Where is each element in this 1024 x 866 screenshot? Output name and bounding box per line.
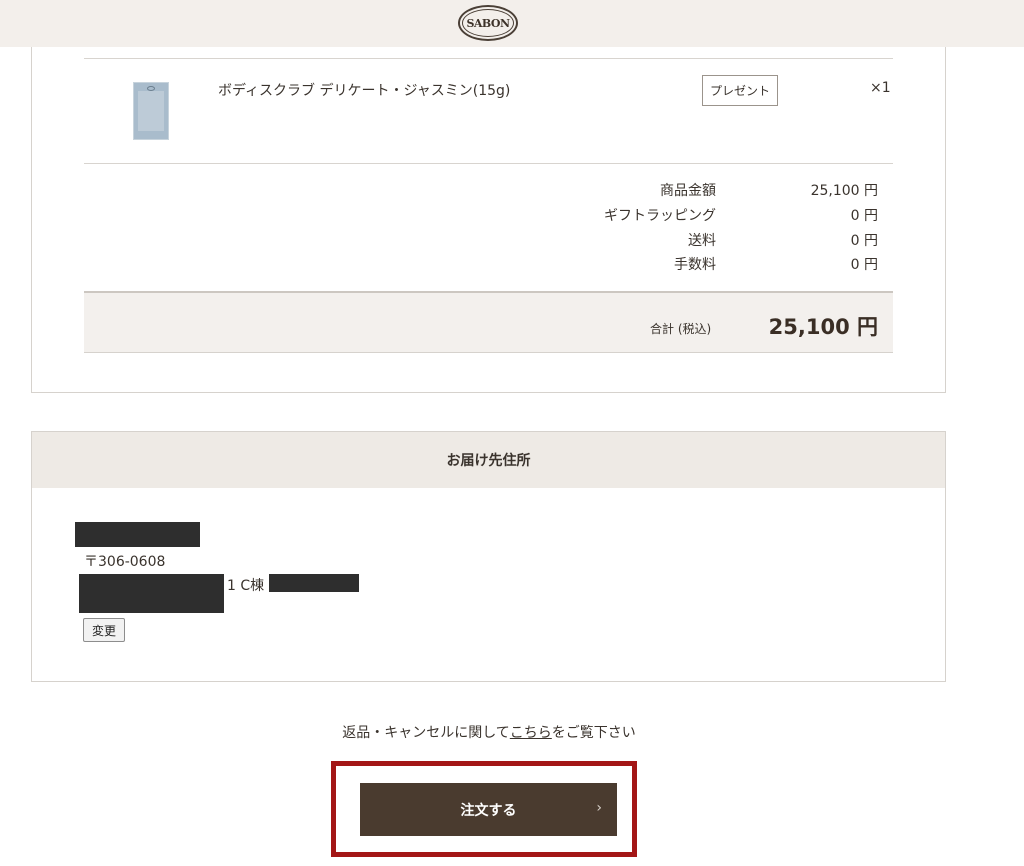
summary-value: 0 円: [850, 233, 878, 249]
logo-text: SABON: [466, 16, 510, 30]
redacted-address-detail: [269, 574, 359, 592]
redacted-name: [75, 522, 200, 547]
summary-label: ギフトラッピング: [604, 208, 716, 224]
product-image: [133, 82, 169, 140]
place-order-button[interactable]: 注文する ›: [360, 783, 617, 836]
summary-value: 25,100 円: [810, 183, 878, 199]
shipping-address-panel: お届け先住所: [31, 431, 946, 682]
product-name: ボディスクラブ デリケート・ジャスミン(15g): [218, 83, 511, 99]
summary-row-fee: 手数料 0 円: [500, 254, 880, 276]
summary-row-gift-wrapping: ギフトラッピング 0 円: [500, 205, 880, 227]
site-header: SABON: [0, 0, 1024, 47]
summary-value: 0 円: [850, 257, 878, 273]
summary-row-subtotal: 商品金額 25,100 円: [500, 180, 880, 202]
notice-prefix: 返品・キャンセルに関して: [342, 725, 510, 741]
total-label: 合計 (税込): [650, 322, 712, 336]
divider: [84, 163, 893, 164]
summary-label: 送料: [688, 233, 716, 249]
address-heading: お届け先住所: [32, 432, 945, 488]
order-total: 合計 (税込) 25,100 円: [84, 291, 893, 353]
cancellation-policy-link[interactable]: こちら: [510, 725, 552, 741]
redacted-address: [79, 574, 224, 613]
change-address-button[interactable]: 変更: [83, 618, 125, 642]
summary-label: 手数料: [674, 257, 716, 273]
postal-code: 〒306-0608: [84, 554, 166, 570]
sabon-logo[interactable]: SABON: [458, 5, 518, 41]
summary-row-shipping: 送料 0 円: [500, 230, 880, 252]
total-value: 25,100 円: [768, 315, 878, 339]
notice-suffix: をご覧下さい: [551, 725, 636, 741]
place-order-label: 注文する: [460, 802, 517, 819]
chevron-right-icon: ›: [596, 800, 602, 816]
product-quantity: ×1: [870, 80, 891, 96]
summary-label: 商品金額: [660, 183, 716, 199]
cancellation-notice: 返品・キャンセルに関してこちらをご覧下さい: [0, 722, 978, 742]
summary-value: 0 円: [850, 208, 878, 224]
present-badge: プレゼント: [702, 75, 778, 106]
address-line: 1 C棟: [227, 578, 265, 594]
divider: [84, 58, 893, 59]
